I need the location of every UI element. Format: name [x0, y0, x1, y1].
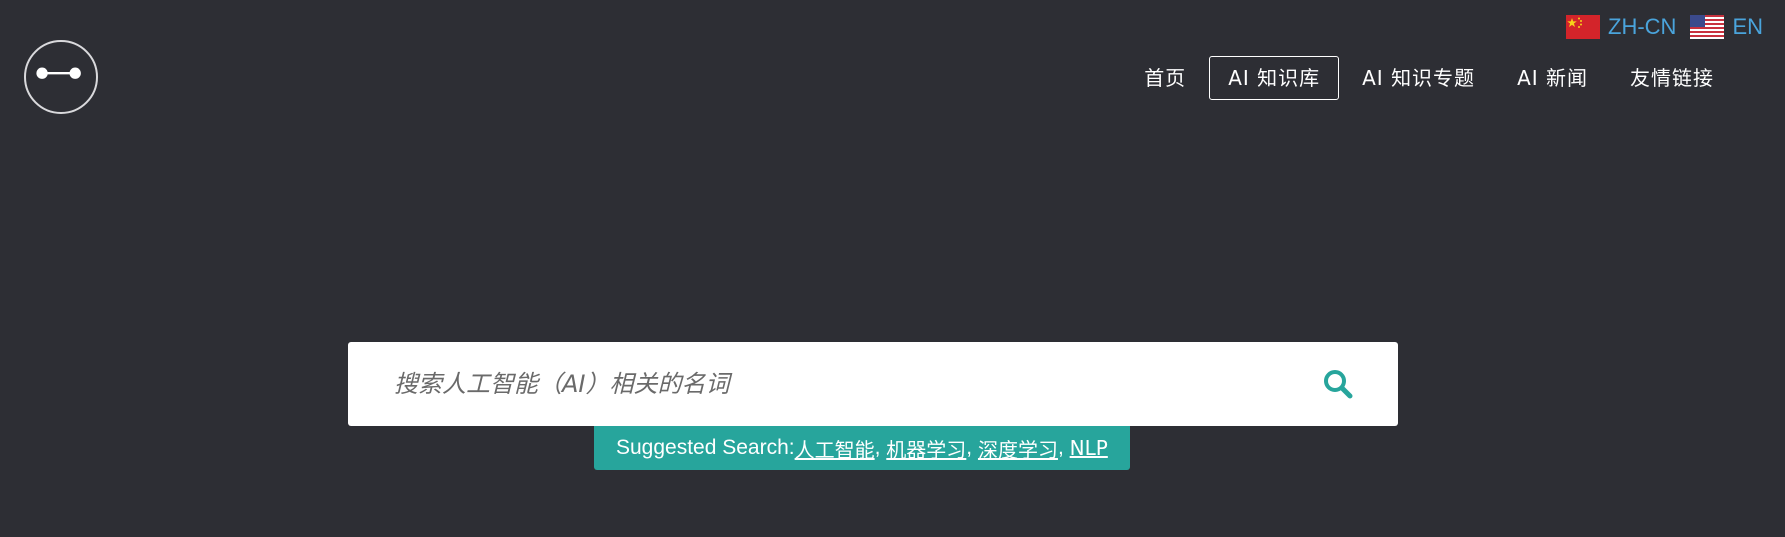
- suggested-link-nlp[interactable]: NLP: [1070, 436, 1108, 460]
- separator: ,: [874, 436, 887, 459]
- suggested-link-deep-learning[interactable]: 深度学习: [978, 434, 1058, 463]
- us-flag-icon: [1690, 15, 1725, 39]
- china-flag-icon: [1566, 15, 1600, 39]
- language-switcher: ZH-CN EN: [1566, 14, 1763, 40]
- nav-item-ai-news[interactable]: AI 新闻: [1498, 56, 1607, 100]
- search-button[interactable]: [1318, 364, 1358, 404]
- suggested-link-machine-learning[interactable]: 机器学习: [886, 434, 966, 463]
- nav-item-ai-knowledge-base[interactable]: AI 知识库: [1209, 56, 1340, 100]
- lang-label-en: EN: [1732, 14, 1763, 39]
- search-icon: [1324, 370, 1353, 399]
- search-input[interactable]: [392, 353, 1318, 415]
- nav-item-friendly-links[interactable]: 友情链接: [1611, 56, 1733, 100]
- nav-item-home[interactable]: 首页: [1125, 56, 1205, 100]
- link-node-icon: [36, 67, 81, 79]
- nav-item-ai-topics[interactable]: AI 知识专题: [1343, 56, 1494, 100]
- logo[interactable]: [24, 40, 98, 114]
- separator: ,: [1057, 436, 1070, 459]
- lang-label-zh-cn: ZH-CN: [1608, 14, 1677, 39]
- lang-zh-cn[interactable]: ZH-CN: [1566, 14, 1676, 40]
- separator: ,: [966, 436, 978, 459]
- search-box: [348, 342, 1398, 426]
- lang-en[interactable]: EN: [1690, 14, 1763, 40]
- suggested-search: Suggested Search: 人工智能, 机器学习, 深度学习, NLP: [594, 426, 1130, 470]
- main-nav: 首页 AI 知识库 AI 知识专题 AI 新闻 友情链接: [1125, 56, 1733, 100]
- suggested-link-ai[interactable]: 人工智能: [795, 434, 875, 463]
- page: ZH-CN EN 首页 AI 知识库 AI 知识专题 AI 新闻 友情链接 搜索…: [0, 0, 1785, 537]
- suggested-search-label: Suggested Search:: [616, 436, 795, 459]
